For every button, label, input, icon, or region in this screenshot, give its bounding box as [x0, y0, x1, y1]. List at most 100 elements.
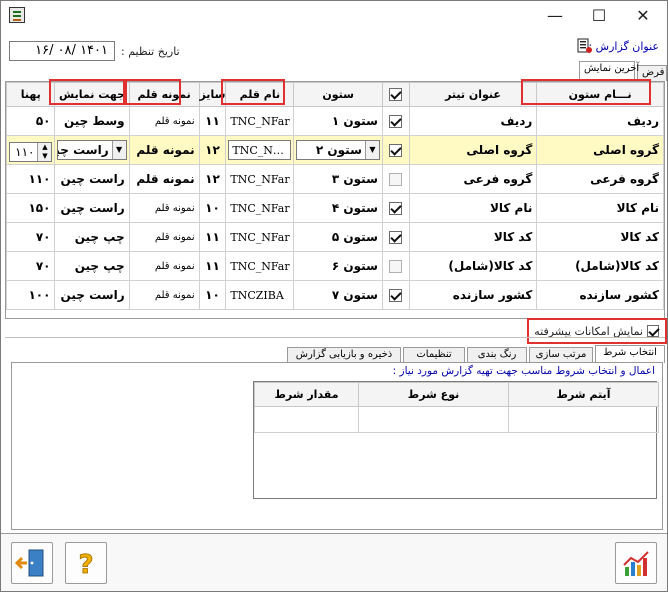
cell-align[interactable]: راست چین: [54, 193, 130, 223]
header-column-name[interactable]: نـــام ستون: [536, 82, 664, 107]
visible-checkbox[interactable]: [389, 173, 403, 186]
cell-visible[interactable]: [381, 280, 410, 310]
cell-condition-type[interactable]: [358, 406, 509, 433]
cell-size[interactable]: ۱۱: [198, 106, 227, 136]
visible-checkbox[interactable]: [389, 289, 403, 302]
advanced-options-checkbox[interactable]: [647, 325, 659, 337]
visible-checkbox[interactable]: [389, 202, 403, 215]
width-stepper[interactable]: ▲ ▼ ۱۱۰: [9, 142, 53, 162]
cell-visible[interactable]: [381, 106, 410, 136]
visible-checkbox[interactable]: [389, 260, 403, 273]
cell-font-sample[interactable]: نمونه قلم: [128, 193, 200, 223]
maximize-button[interactable]: ☐: [577, 1, 621, 31]
cell-title[interactable]: ردیف: [408, 106, 538, 136]
cell-column-name[interactable]: کشور سازنده: [536, 280, 664, 310]
header-column[interactable]: ستون: [293, 82, 383, 107]
exit-button[interactable]: [11, 542, 53, 584]
cell-title[interactable]: نام کالا: [408, 193, 538, 223]
cell-font-name[interactable]: TNCZIBA: [225, 280, 295, 310]
cell-title[interactable]: کشور سازنده: [408, 280, 538, 310]
cell-visible[interactable]: [381, 222, 410, 252]
help-button[interactable]: ?: [65, 542, 107, 584]
cell-size[interactable]: ۱۲: [198, 164, 227, 194]
table-row[interactable]: ردیف ردیف ستون ۱ TNC_NFar ۱۱ نمونه قلم و…: [6, 106, 664, 136]
cell-column[interactable]: ▼ ستون ۲: [293, 135, 383, 165]
cell-font-name[interactable]: TNC_NFar: [225, 251, 295, 281]
cell-column-name[interactable]: ردیف: [536, 106, 664, 136]
header-font-name[interactable]: نام قلم: [225, 82, 295, 107]
cell-width[interactable]: ۱۱۰: [6, 164, 56, 194]
chevron-down-icon[interactable]: ▼: [111, 141, 126, 159]
header-condition-item[interactable]: آیتم شرط: [508, 382, 659, 407]
cell-font-name[interactable]: TNC_NFar: [225, 222, 295, 252]
close-button[interactable]: ✕: [621, 1, 665, 31]
tab-sorting[interactable]: مرتب سازی: [529, 347, 593, 363]
cell-title[interactable]: گروه فرعی: [408, 164, 538, 194]
cell-align[interactable]: راست چین: [54, 280, 130, 310]
report-document-icon[interactable]: [575, 38, 593, 54]
cell-column[interactable]: ستون ۶: [293, 251, 383, 281]
align-dropdown[interactable]: ▼ راست چین: [57, 140, 127, 160]
header-select-all[interactable]: [381, 82, 410, 107]
cell-condition-value[interactable]: [254, 406, 359, 433]
tab-default[interactable]: پیش فرض: [637, 65, 667, 81]
cell-size[interactable]: ۱۰: [198, 280, 227, 310]
date-input[interactable]: ۱۴۰۱ /۰۸ /۱۶: [9, 41, 115, 61]
cell-size[interactable]: ۱۱: [198, 251, 227, 281]
cell-width[interactable]: ۷۰: [6, 251, 56, 281]
cell-font-sample[interactable]: نمونه قلم: [128, 280, 200, 310]
table-row[interactable]: نام کالا نام کالا ستون ۴ TNC_NFar ۱۰ نمو…: [6, 193, 664, 223]
cell-font-name[interactable]: TNC_NFar: [225, 164, 295, 194]
header-condition-value[interactable]: مقدار شرط: [254, 382, 359, 407]
cell-column-name[interactable]: کد کالا: [536, 222, 664, 252]
cell-align[interactable]: وسط چین: [54, 106, 130, 136]
cell-width[interactable]: ▲ ▼ ۱۱۰: [6, 135, 56, 165]
cell-column-name[interactable]: کد کالا(شامل): [536, 251, 664, 281]
cell-font-sample[interactable]: نمونه قلم: [128, 164, 200, 194]
header-font-sample[interactable]: نمونه قلم: [128, 82, 200, 107]
cell-column-name[interactable]: گروه اصلی: [536, 135, 664, 165]
cell-column[interactable]: ستون ۵: [293, 222, 383, 252]
cell-title[interactable]: کد کالا: [408, 222, 538, 252]
cell-size[interactable]: ۱۱: [198, 222, 227, 252]
minimize-button[interactable]: —: [533, 1, 577, 31]
stepper-arrows-icon[interactable]: ▲ ▼: [37, 143, 52, 161]
cell-column[interactable]: ستون ۳: [293, 164, 383, 194]
visible-checkbox[interactable]: [389, 144, 403, 157]
table-row[interactable]: کد کالا کد کالا ستون ۵ TNC_NFar ۱۱ نمونه…: [6, 222, 664, 252]
cell-visible[interactable]: [381, 251, 410, 281]
cell-width[interactable]: ۱۰۰: [6, 280, 56, 310]
cell-font-name[interactable]: TNC_NFar: [225, 106, 295, 136]
cell-width[interactable]: ۵۰: [6, 106, 56, 136]
cell-title[interactable]: گروه اصلی: [408, 135, 538, 165]
cell-font-sample[interactable]: نمونه قلم: [128, 251, 200, 281]
table-row[interactable]: کشور سازنده کشور سازنده ستون ۷ TNCZIBA ۱…: [6, 280, 664, 310]
cell-size[interactable]: ۱۰: [198, 193, 227, 223]
table-row-selected[interactable]: گروه اصلی گروه اصلی ▼ ستون ۲ TNC_N… ۱۲ ن…: [6, 135, 664, 165]
table-row[interactable]: کد کالا(شامل) کد کالا(شامل) ستون ۶ TNC_N…: [6, 251, 664, 281]
cell-align[interactable]: ▼ راست چین: [54, 135, 130, 165]
header-condition-type[interactable]: نوع شرط: [358, 382, 509, 407]
header-width[interactable]: پهنا: [6, 82, 56, 107]
advanced-options-toggle[interactable]: نمایش امکانات پیشرفته: [527, 318, 667, 344]
tab-last-view[interactable]: آخرین نمایش: [579, 61, 639, 81]
cell-condition-item[interactable]: [508, 406, 659, 433]
cell-size[interactable]: ۱۲: [198, 135, 227, 165]
cell-column[interactable]: ستون ۱: [293, 106, 383, 136]
tab-settings[interactable]: تنظیمات: [403, 347, 465, 363]
cell-width[interactable]: ۱۵۰: [6, 193, 56, 223]
cell-font-sample[interactable]: نمونه قلم: [128, 106, 200, 136]
cell-visible[interactable]: [381, 193, 410, 223]
cell-column[interactable]: ستون ۷: [293, 280, 383, 310]
cell-title[interactable]: کد کالا(شامل): [408, 251, 538, 281]
chevron-down-icon[interactable]: ▼: [364, 141, 379, 159]
tab-coloring[interactable]: رنگ بندی: [467, 347, 527, 363]
font-picker[interactable]: TNC_N…: [228, 140, 292, 160]
cell-column-name[interactable]: گروه فرعی: [536, 164, 664, 194]
cell-align[interactable]: راست چین: [54, 164, 130, 194]
cell-column[interactable]: ستون ۴: [293, 193, 383, 223]
cell-visible[interactable]: [381, 135, 410, 165]
table-row[interactable]: گروه فرعی گروه فرعی ستون ۳ TNC_NFar ۱۲ ن…: [6, 164, 664, 194]
tab-save-restore[interactable]: ذخیره و بازیابی گزارش: [287, 347, 401, 363]
cell-font-name[interactable]: TNC_NFar: [225, 193, 295, 223]
